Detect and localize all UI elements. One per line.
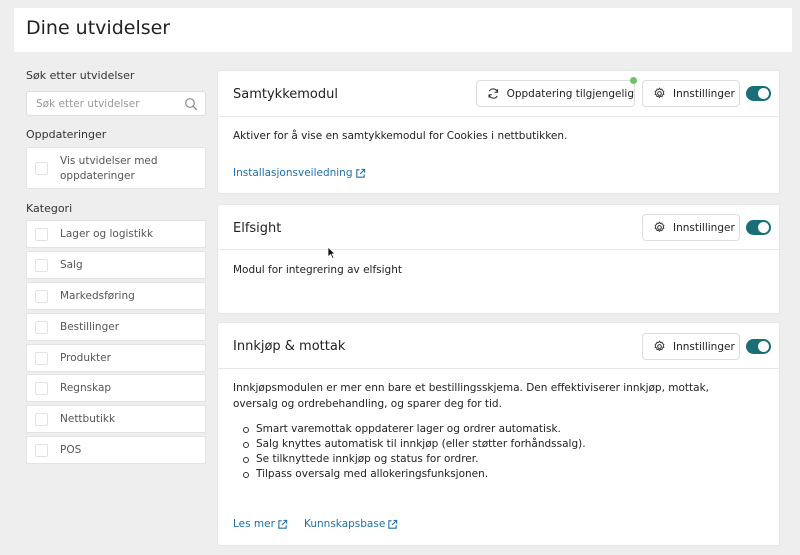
enable-toggle[interactable] [746, 86, 771, 101]
knowledge-base-link[interactable]: Kunnskapsbase [304, 518, 398, 530]
settings-button[interactable]: Innstillinger [642, 333, 740, 360]
feature-list: Smart varemottak oppdaterer lager og ord… [243, 422, 586, 482]
category-checkbox[interactable] [35, 444, 48, 457]
card-title: Innkjøp & mottak [233, 339, 346, 354]
category-item-regnskap[interactable]: Regnskap [26, 374, 206, 402]
list-item: Smart varemottak oppdaterer lager og ord… [243, 422, 586, 437]
settings-button[interactable]: Innstillinger [642, 80, 740, 107]
card-header: Elfsight Innstillinger [218, 205, 779, 250]
page-header: Dine utvidelser [14, 8, 792, 52]
search-input[interactable] [27, 92, 177, 116]
external-link-icon [278, 519, 288, 529]
updates-checkbox[interactable] [35, 162, 48, 175]
update-available-button[interactable]: Oppdatering tilgjengelig [476, 80, 635, 107]
updates-label: Oppdateringer [26, 128, 107, 141]
category-label-text: POS [60, 444, 82, 456]
settings-button-label: Innstillinger [673, 340, 735, 353]
search-icon[interactable] [184, 97, 198, 111]
category-checkbox[interactable] [35, 228, 48, 241]
category-checkbox[interactable] [35, 413, 48, 426]
category-item-markedsforing[interactable]: Markedsføring [26, 282, 206, 310]
category-label-text: Bestillinger [60, 321, 120, 333]
category-label-text: Nettbutikk [60, 413, 116, 425]
gear-icon [654, 340, 665, 352]
list-item: Tilpass oversalg med allokeringsfunksjon… [243, 467, 586, 482]
page-title: Dine utvidelser [26, 17, 171, 39]
card-title: Samtykkemodul [233, 87, 338, 102]
extension-card-samtykkemodul: Samtykkemodul Oppdatering tilgjengelig I… [217, 70, 780, 194]
category-checkbox[interactable] [35, 321, 48, 334]
category-checkbox[interactable] [35, 352, 48, 365]
category-item-nettbutikk[interactable]: Nettbutikk [26, 405, 206, 433]
link-label: Les mer [233, 518, 275, 530]
gear-icon [654, 87, 665, 99]
read-more-link[interactable]: Les mer [233, 518, 288, 530]
card-description: Modul for integrering av elfsight [233, 264, 402, 276]
category-label-text: Regnskap [60, 382, 112, 394]
settings-button-label: Innstillinger [673, 221, 735, 234]
mouse-cursor-icon [327, 246, 336, 260]
enable-toggle[interactable] [746, 339, 771, 354]
update-button-label: Oppdatering tilgjengelig [506, 87, 634, 100]
gear-icon [654, 221, 665, 233]
category-item-lager[interactable]: Lager og logistikk [26, 220, 206, 248]
category-label-text: Salg [60, 259, 83, 271]
search-box [26, 91, 206, 116]
extension-card-innkjop-mottak: Innkjøp & mottak Innstillinger Innkjøpsm… [217, 322, 780, 546]
category-label-text: Produkter [60, 352, 111, 364]
card-header: Samtykkemodul Oppdatering tilgjengelig I… [218, 71, 779, 117]
category-item-salg[interactable]: Salg [26, 251, 206, 279]
refresh-icon [488, 88, 499, 99]
category-label: Kategori [26, 202, 73, 215]
card-header: Innkjøp & mottak Innstillinger [218, 323, 779, 369]
link-label: Installasjonsveiledning [233, 167, 353, 179]
updates-filter-option[interactable]: Vis utvidelser med oppdateringer [26, 147, 206, 189]
installation-guide-link[interactable]: Installasjonsveiledning [233, 167, 366, 179]
category-label-text: Markedsføring [60, 290, 135, 302]
category-checkbox[interactable] [35, 290, 48, 303]
card-title: Elfsight [233, 221, 282, 236]
category-item-produkter[interactable]: Produkter [26, 344, 206, 372]
extension-card-elfsight: Elfsight Innstillinger Modul for integre… [217, 204, 780, 314]
enable-toggle[interactable] [746, 220, 771, 235]
card-description: Innkjøpsmodulen er mer enn bare et besti… [233, 382, 710, 410]
list-item: Salg knyttes automatisk til innkjøp (ell… [243, 437, 586, 452]
card-description: Aktiver for å vise en samtykkemodul for … [233, 130, 568, 142]
category-item-bestillinger[interactable]: Bestillinger [26, 313, 206, 341]
category-label-text: Lager og logistikk [60, 228, 154, 240]
settings-button[interactable]: Innstillinger [642, 214, 740, 241]
list-item: Se tilknyttede innkjøp og status for ord… [243, 452, 586, 467]
category-checkbox[interactable] [35, 259, 48, 272]
external-link-icon [355, 168, 365, 178]
search-label: Søk etter utvidelser [26, 69, 135, 82]
settings-button-label: Innstillinger [673, 87, 735, 100]
update-indicator-dot [630, 77, 637, 84]
category-checkbox[interactable] [35, 382, 48, 395]
external-link-icon [388, 519, 398, 529]
link-label: Kunnskapsbase [304, 518, 386, 530]
updates-option-label: Vis utvidelser med oppdateringer [60, 155, 158, 182]
category-item-pos[interactable]: POS [26, 436, 206, 464]
